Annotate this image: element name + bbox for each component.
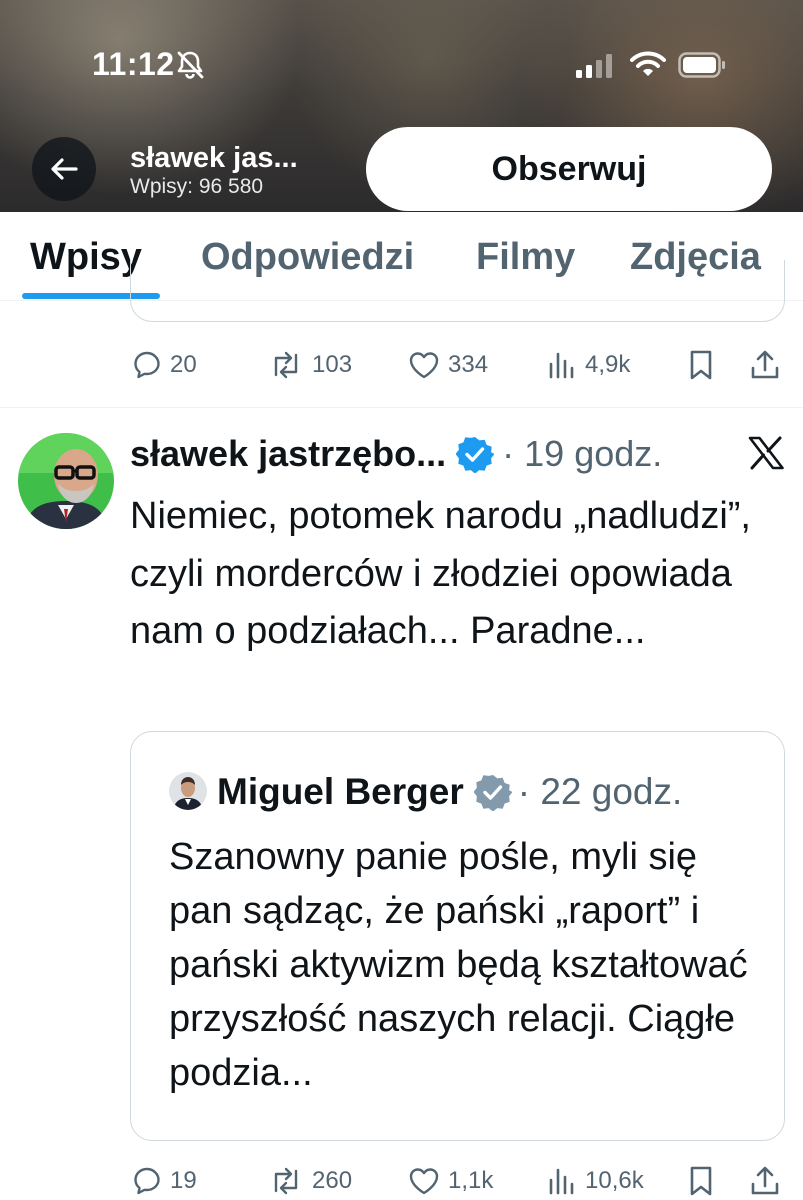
quoted-post-card[interactable]: Miguel Berger · 22 godz. Szanowny panie … bbox=[130, 731, 785, 1141]
like-button[interactable]: 1,1k bbox=[408, 1161, 493, 1200]
quoted-author-avatar-image bbox=[169, 772, 207, 810]
quoted-author-name: Miguel Berger bbox=[217, 771, 464, 812]
heart-icon bbox=[409, 352, 439, 379]
reply-count: 20 bbox=[170, 351, 197, 378]
bell-slash-icon bbox=[177, 51, 204, 79]
verified-badge-icon bbox=[456, 437, 495, 473]
quoted-post-header: Miguel Berger · 22 godz. bbox=[217, 766, 682, 818]
bookmark-button[interactable] bbox=[688, 1161, 714, 1200]
follow-button[interactable]: Obserwuj bbox=[366, 127, 772, 211]
views-button[interactable]: 4,9k bbox=[547, 345, 630, 385]
profile-header-banner: 11:12 sławek jas... Wpisy: 96 580 Obserw… bbox=[0, 0, 803, 212]
arrow-left-icon bbox=[51, 158, 78, 180]
quoted-post-timestamp: · 22 godz. bbox=[517, 771, 683, 812]
post-divider bbox=[0, 407, 803, 408]
author-avatar-image bbox=[18, 433, 114, 529]
like-count: 1,1k bbox=[448, 1167, 494, 1194]
wifi-icon bbox=[630, 51, 666, 76]
views-count: 4,9k bbox=[585, 351, 631, 378]
repost-icon bbox=[274, 351, 298, 379]
post-actions: 19 260 1,1k 10,6k bbox=[0, 1161, 803, 1200]
repost-count: 103 bbox=[312, 351, 353, 378]
verified-badge-gray-icon bbox=[473, 775, 512, 811]
views-button[interactable]: 10,6k bbox=[547, 1161, 644, 1200]
profile-name: sławek jas... bbox=[130, 142, 298, 174]
reply-icon bbox=[134, 1167, 160, 1195]
x-logo-icon[interactable] bbox=[748, 436, 784, 470]
author-avatar[interactable] bbox=[18, 433, 114, 529]
like-button[interactable]: 334 bbox=[408, 345, 488, 385]
post-header: sławek jastrzębo... · 19 godz. bbox=[130, 428, 662, 480]
tab-wpisy[interactable]: Wpisy bbox=[30, 236, 142, 279]
post-timestamp[interactable]: · 19 godz. bbox=[502, 433, 662, 475]
previous-post-actions: 20 103 334 4,9k bbox=[0, 345, 803, 385]
bookmark-icon bbox=[690, 350, 712, 380]
repost-button[interactable]: 260 bbox=[268, 1161, 352, 1200]
bookmark-icon bbox=[690, 1166, 712, 1196]
bar-chart-icon bbox=[549, 352, 574, 379]
battery-icon bbox=[678, 52, 725, 78]
reply-button[interactable]: 20 bbox=[132, 345, 197, 385]
repost-button[interactable]: 103 bbox=[268, 345, 352, 385]
post-text: Niemiec, potomek narodu „nadludzi”, czyl… bbox=[130, 495, 751, 652]
post-author-name[interactable]: sławek jastrzębo... bbox=[130, 433, 446, 475]
cellular-signal-icon bbox=[576, 54, 612, 78]
reply-icon bbox=[134, 351, 160, 379]
bar-chart-icon bbox=[549, 1168, 574, 1195]
previous-quote-card[interactable] bbox=[130, 260, 785, 322]
reply-button[interactable]: 19 bbox=[132, 1161, 197, 1200]
repost-count: 260 bbox=[312, 1167, 353, 1194]
heart-icon bbox=[409, 1168, 439, 1195]
bookmark-button[interactable] bbox=[688, 345, 714, 385]
repost-icon bbox=[274, 1167, 298, 1195]
status-bar-time: 11:12 bbox=[92, 46, 175, 82]
quoted-author-avatar bbox=[169, 772, 207, 810]
quoted-post-text: Szanowny panie pośle, myli się pan sądzą… bbox=[169, 836, 748, 1094]
share-icon bbox=[751, 1166, 779, 1195]
views-count: 10,6k bbox=[585, 1167, 644, 1194]
share-button[interactable] bbox=[750, 1161, 780, 1200]
share-button[interactable] bbox=[750, 345, 780, 385]
like-count: 334 bbox=[448, 351, 489, 378]
reply-count: 19 bbox=[170, 1167, 197, 1194]
back-button[interactable] bbox=[32, 137, 96, 201]
share-icon bbox=[751, 350, 779, 379]
profile-posts-count: Wpisy: 96 580 bbox=[130, 175, 264, 198]
